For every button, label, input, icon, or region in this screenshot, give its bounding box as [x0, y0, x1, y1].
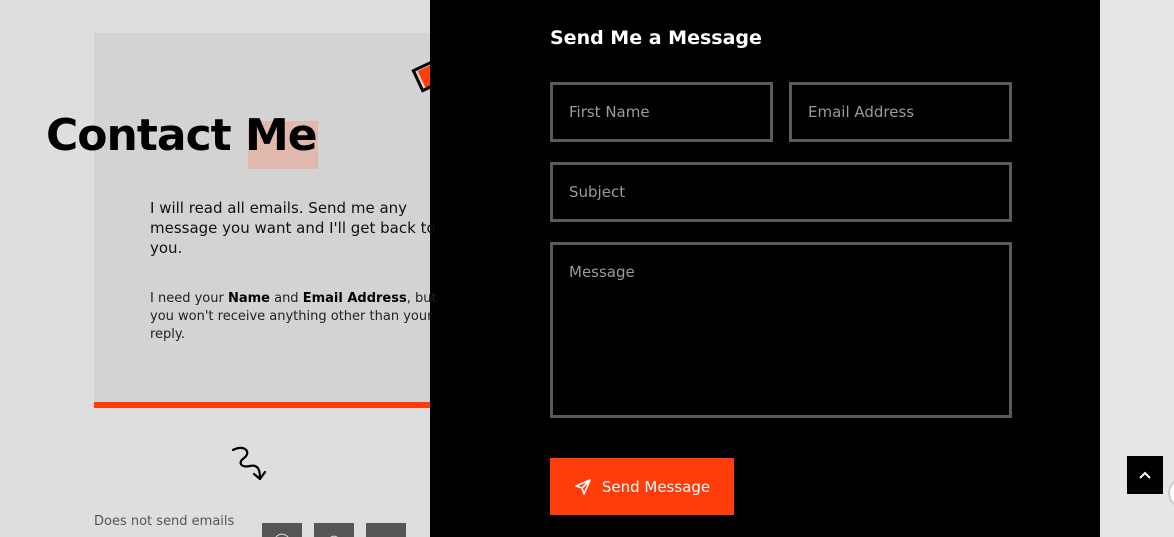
social-link-3[interactable]: ▭	[366, 523, 406, 537]
note-text: I need your Name and Email Address, but …	[150, 290, 450, 344]
note-name: Name	[227, 291, 270, 306]
scroll-to-top-button[interactable]	[1127, 456, 1163, 494]
subject-input[interactable]	[550, 162, 1012, 222]
note-prefix: I need your	[150, 291, 228, 306]
first-name-input[interactable]	[550, 82, 773, 142]
note-and: and	[269, 291, 303, 306]
globe-icon: ◯	[273, 531, 291, 537]
instagram-icon: ◎	[327, 531, 341, 537]
chevron-up-icon	[1139, 471, 1151, 479]
curly-arrow-icon	[231, 446, 267, 481]
no-send-note: Does not send emails	[94, 514, 235, 529]
contact-page: Contact Me I will read all emails. Send …	[0, 0, 1174, 537]
intro-text: I will read all emails. Send me any mess…	[150, 199, 436, 257]
message-textarea[interactable]	[550, 242, 1012, 418]
mail-icon: ▭	[378, 531, 393, 537]
send-icon	[575, 478, 591, 495]
send-message-label: Send Message	[601, 477, 711, 496]
form-panel: Send Me a Message Send Message	[430, 0, 1100, 537]
page-title: Contact Me	[46, 110, 318, 161]
send-message-button[interactable]: Send Message	[550, 458, 734, 515]
social-link-2[interactable]: ◎	[314, 523, 354, 537]
email-input[interactable]	[789, 82, 1012, 142]
form-heading: Send Me a Message	[550, 27, 762, 49]
note-email: Email Address	[302, 291, 407, 306]
social-link-1[interactable]: ◯	[262, 523, 302, 537]
